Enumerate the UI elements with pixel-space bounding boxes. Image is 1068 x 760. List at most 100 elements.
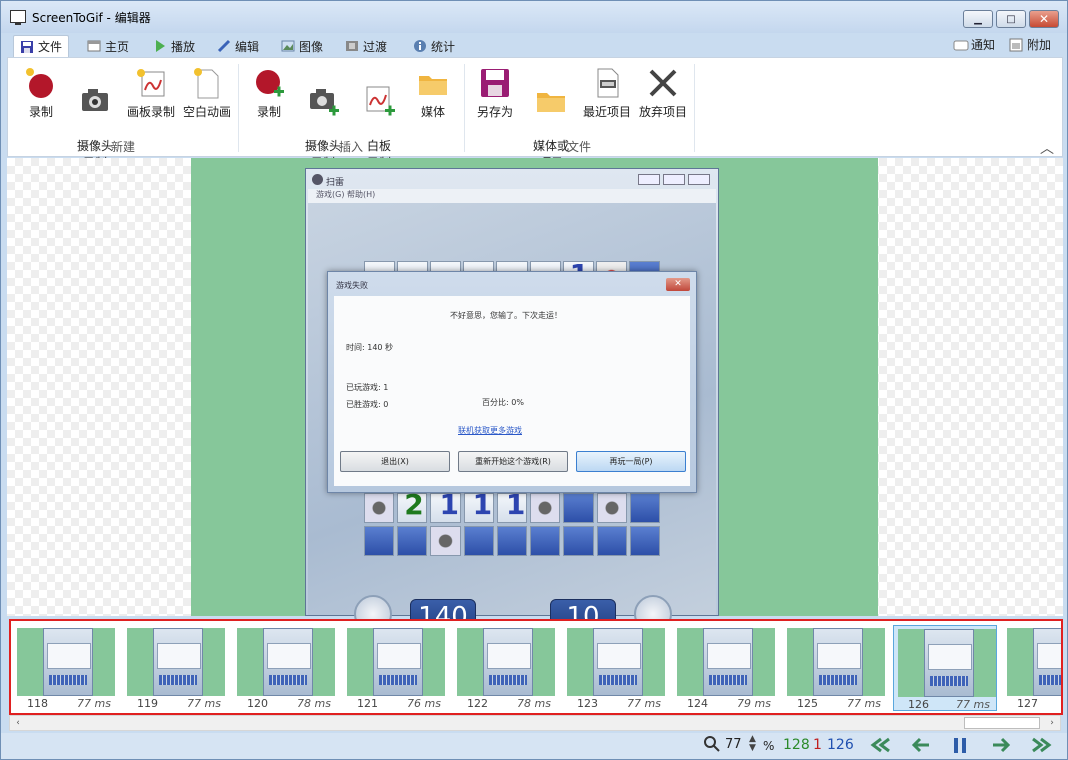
discard-project-button[interactable]: 放弃项目 [632,64,694,121]
insert-media-label: 媒体 [420,105,445,119]
frame-thumbnail[interactable]: 125 77 ms [783,625,887,711]
frame-list[interactable]: 118 77 ms 119 77 ms 120 78 ms 121 76 ms 122 7… [9,619,1063,715]
board-record-button[interactable]: 画板录制 [120,64,182,121]
insert-board-button[interactable]: 白板 录制 [348,64,410,172]
frame-number: 118 [27,697,48,710]
insert-record-icon [252,66,286,100]
save-as-label: 另存为 [476,105,513,119]
frame-number: 125 [797,697,818,710]
tab-transition[interactable]: 过渡 [339,35,393,57]
discard-project-label: 放弃项目 [638,105,687,119]
insert-webcam-button[interactable]: 摄像头 录制 [292,64,354,172]
record-icon [24,66,58,100]
frame-thumbnail[interactable]: 123 77 ms [563,625,667,711]
board-cell: 1 [463,488,494,523]
frame-thumbnail[interactable]: 127 [1003,625,1061,711]
board-record-label: 画板录制 [126,105,175,119]
tab-home[interactable]: 主页 [81,35,135,57]
notifications-button[interactable]: 通知 [953,36,995,53]
tab-statistics[interactable]: 统计 [407,35,461,57]
dialog-time: 时间: 140 秒 [346,343,394,352]
pencil-icon [217,39,231,53]
frame-delay: 77 ms [627,697,661,710]
dialog-message: 不好意思，您输了。下次走运！ [450,311,562,320]
extras-label: 附加 [1027,38,1052,52]
tab-file[interactable]: 文件 [13,35,70,57]
mine-logo-icon [312,174,323,185]
close-button[interactable]: ✕ [1029,10,1059,28]
webcam-record-button[interactable]: 摄像头 录制 [64,64,126,172]
frame-number: 119 [137,697,158,710]
save-as-button[interactable]: 另存为 [464,64,526,121]
save-as-icon [478,66,512,100]
frame-delay: 79 ms [737,697,771,710]
open-folder-icon [534,83,568,117]
mine-icon [364,493,395,523]
frame-thumbnail-selected[interactable]: 126 77 ms [893,625,997,711]
insert-media-button[interactable]: 媒体 [402,64,464,121]
current-frame: 126 [827,737,854,753]
home-icon [87,39,101,53]
thumbnail-image [127,628,225,696]
previous-frame-icon[interactable] [909,735,933,759]
frame-list-scrollbar[interactable]: ‹ › [9,715,1061,731]
status-bar: 77 ▲ ▼ % 128 1 126 [1,733,1067,759]
dialog-games-won: 已胜游戏: 0 [346,400,389,409]
zoom-value[interactable]: 77 [725,737,742,752]
frame-number: 124 [687,697,708,710]
scroll-right-arrow-icon[interactable]: › [1044,716,1060,730]
editor-window: ScreenToGif - 编辑器 ▁ □ ✕ 文件 主页 播放 编辑 图像 过… [0,0,1068,760]
group-label-new: 新建 [110,140,135,154]
dialog-exit-button: 退出(X) [340,451,450,472]
group-label-file: 文件 [566,140,591,154]
board-cell: 1 [430,488,461,523]
recent-projects-label: 最近项目 [582,105,631,119]
board-cell [397,526,428,556]
frame-thumbnail[interactable]: 121 76 ms [343,625,447,711]
tab-image-label: 图像 [299,39,324,54]
frame-thumbnail[interactable]: 119 77 ms [123,625,227,711]
thumbnail-image [677,628,775,696]
next-frame-icon[interactable] [989,735,1013,759]
last-frame-icon[interactable] [1029,735,1053,759]
frame-preview-canvas: 扫雷 游戏(G) 帮助(H) 1 [7,158,1063,633]
tab-edit[interactable]: 编辑 [211,35,265,57]
board-cell [364,526,395,556]
tab-statistics-label: 统计 [431,39,456,54]
frame-count: 128 [783,737,810,753]
frame-thumbnail[interactable]: 120 78 ms [233,625,337,711]
folder-icon [416,66,450,100]
thumbnail-image [898,629,996,697]
notification-icon [953,38,969,52]
tab-image[interactable]: 图像 [275,35,329,57]
frame-number: 122 [467,697,488,710]
scroll-left-arrow-icon[interactable]: ‹ [10,716,26,730]
insert-board-icon [362,83,396,117]
thumbnail-image [567,628,665,696]
insert-record-label: 录制 [256,105,281,119]
scrollbar-thumb[interactable] [964,717,1040,729]
frame-thumbnail[interactable]: 118 77 ms [13,625,117,711]
insert-record-button[interactable]: 录制 [238,64,300,121]
extras-button[interactable]: 附加 [1009,36,1051,53]
recent-projects-button[interactable]: 最近项目 [576,64,638,121]
collapse-ribbon-chevron-icon[interactable]: ︿ [1040,138,1054,158]
blank-animation-button[interactable]: 空白动画 [176,64,238,121]
frame-thumbnail[interactable]: 124 79 ms [673,625,777,711]
thumbnail-image [237,628,335,696]
game-title: 扫雷 [326,178,345,188]
transition-icon [345,39,359,53]
pause-icon[interactable] [951,735,969,759]
first-frame-icon[interactable] [869,735,893,759]
zoom-spinner-icon[interactable]: ▲ ▼ [749,735,756,753]
board-rows-bottom: 2 1 1 1 [364,488,660,559]
maximize-button[interactable]: □ [996,10,1026,28]
game-menu: 游戏(G) 帮助(H) [308,189,716,203]
extras-icon [1009,38,1023,52]
app-icon [10,10,26,25]
tab-play[interactable]: 播放 [147,35,201,57]
record-button[interactable]: 录制 [10,64,72,121]
frame-thumbnail[interactable]: 122 78 ms [453,625,557,711]
load-media-project-button[interactable]: 媒体或 项目 [520,64,582,172]
minimize-button[interactable]: ▁ [963,10,993,28]
